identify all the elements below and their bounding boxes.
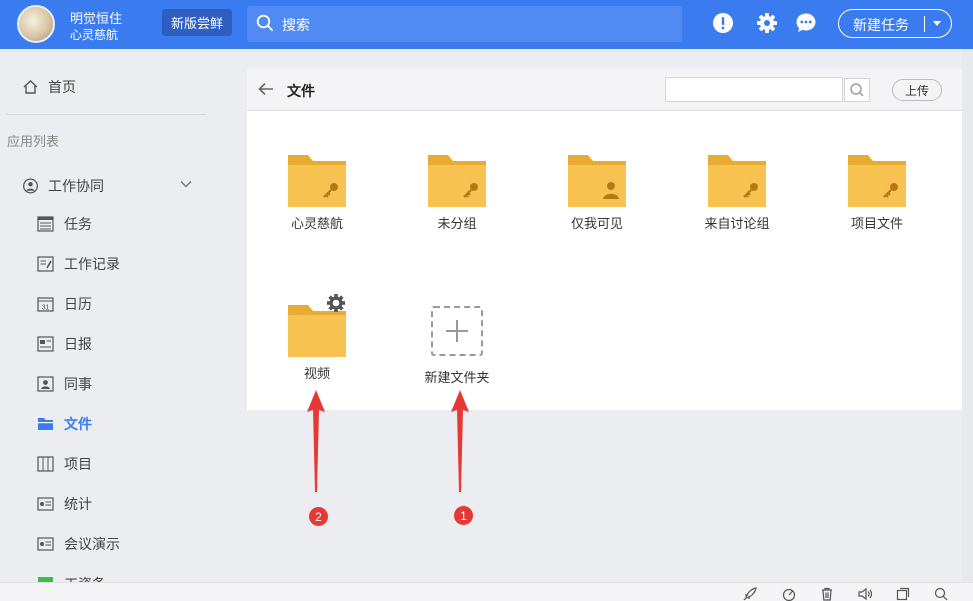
- sidebar-group-collaboration[interactable]: 工作协同: [22, 176, 104, 196]
- task-list-icon: [37, 216, 54, 232]
- daily-report-icon: [37, 336, 54, 352]
- scroll-edge: [962, 49, 973, 582]
- files-panel-header: 文件 上传: [247, 69, 962, 111]
- user-avatar[interactable]: [17, 5, 55, 43]
- sidebar-item-home[interactable]: 首页: [22, 77, 76, 97]
- folder-item-video[interactable]: 视频: [262, 293, 372, 382]
- trash-icon[interactable]: [820, 587, 834, 601]
- sidebar-item-daily-report[interactable]: 日报: [37, 334, 92, 354]
- sidebar-divider: [6, 114, 206, 115]
- user-circle-icon: [23, 178, 38, 194]
- upload-button[interactable]: 上传: [892, 79, 942, 101]
- sidebar-item-label: 工资条: [64, 574, 106, 582]
- calendar-icon: 31: [37, 297, 54, 312]
- sidebar-item-projects[interactable]: 项目: [37, 454, 92, 474]
- bottom-toolbar: [0, 582, 973, 601]
- new-folder-label[interactable]: 新建文件夹: [407, 367, 507, 386]
- folder-key-icon: [708, 155, 766, 207]
- try-new-version-button[interactable]: 新版尝鲜: [162, 9, 232, 36]
- sidebar-item-label: 日报: [64, 336, 92, 352]
- back-arrow-icon[interactable]: [257, 81, 275, 97]
- colleague-card-icon: [37, 376, 54, 392]
- sidebar-item-work-log[interactable]: 工作记录: [37, 254, 120, 274]
- sidebar-item-tasks[interactable]: 任务: [37, 214, 92, 234]
- search-icon[interactable]: [934, 587, 948, 601]
- page-title: 文件: [287, 83, 315, 99]
- annotation-arrow-1: [451, 390, 469, 492]
- speed-icon[interactable]: [782, 587, 796, 601]
- sidebar-group-label: 工作协同: [48, 178, 104, 194]
- sidebar-item-files[interactable]: 文件: [37, 414, 92, 434]
- file-search-field[interactable]: [665, 77, 843, 102]
- sidebar-item-label: 日历: [64, 296, 92, 312]
- user-org[interactable]: 心灵慈航: [70, 26, 118, 43]
- meeting-card-icon: [37, 537, 54, 551]
- new-task-dropdown-icon[interactable]: [933, 21, 941, 26]
- file-search-input[interactable]: [666, 78, 842, 101]
- folder-item[interactable]: 项目文件: [822, 151, 932, 232]
- sidebar-item-colleagues[interactable]: 同事: [37, 374, 92, 394]
- annotation-badge-2: 2: [309, 507, 328, 526]
- top-bar: 明觉恒住 心灵慈航 新版尝鲜 搜索 新建任务: [0, 0, 973, 49]
- new-task-label: 新建任务: [853, 17, 909, 33]
- folder-key-icon: [848, 155, 906, 207]
- folder-item[interactable]: 心灵慈航: [262, 151, 372, 232]
- folder-item[interactable]: 来自讨论组: [682, 151, 792, 232]
- annotation-badge-1: 1: [454, 506, 473, 525]
- folder-name: 来自讨论组: [704, 216, 770, 231]
- sidebar-item-label: 同事: [64, 376, 92, 392]
- global-search[interactable]: 搜索: [247, 6, 682, 42]
- sidebar-item-label: 统计: [64, 496, 92, 512]
- folder-person-icon: [568, 155, 626, 207]
- rocket-icon[interactable]: [743, 587, 757, 601]
- annotation-arrow-2: [307, 390, 325, 492]
- folder-name: 未分组: [437, 216, 477, 231]
- home-icon: [23, 80, 38, 94]
- folder-key-icon: [428, 155, 486, 207]
- sidebar-item-label: 会议演示: [64, 536, 120, 552]
- alert-icon[interactable]: [712, 12, 734, 34]
- sidebar-item-label: 项目: [64, 456, 92, 472]
- global-search-placeholder: 搜索: [282, 17, 310, 33]
- window-icon[interactable]: [896, 587, 910, 601]
- sidebar-item-payslip[interactable]: 工资条: [37, 574, 106, 582]
- stats-card-icon: [37, 497, 54, 511]
- volume-icon[interactable]: [858, 587, 872, 601]
- search-icon: [256, 14, 273, 31]
- sidebar-item-label: 文件: [64, 416, 92, 432]
- new-task-button[interactable]: 新建任务: [838, 9, 952, 38]
- sidebar: 首页 应用列表 工作协同 任务 工作记录 31 日历 日报 同事 文件 项目 统…: [0, 49, 222, 582]
- project-board-icon: [37, 456, 54, 472]
- svg-text:31: 31: [42, 305, 50, 312]
- files-panel: 文件 上传 心灵慈航 未分组 仅我可见 来自讨论组 项目文件 视频 新建文件夹: [247, 69, 962, 410]
- new-task-divider: [924, 16, 925, 32]
- plus-icon-vertical: [456, 320, 458, 342]
- folder-item[interactable]: 未分组: [402, 151, 512, 232]
- folder-name: 项目文件: [850, 216, 903, 231]
- sidebar-item-label: 工作记录: [64, 256, 120, 272]
- sidebar-item-stats[interactable]: 统计: [37, 494, 92, 514]
- user-name[interactable]: 明觉恒住: [70, 8, 122, 27]
- folder-gear-icon: [288, 294, 346, 357]
- new-folder-button[interactable]: [431, 306, 483, 356]
- sidebar-item-calendar[interactable]: 31 日历: [37, 294, 92, 314]
- sidebar-item-meeting[interactable]: 会议演示: [37, 534, 120, 554]
- folder-name: 视频: [303, 366, 330, 381]
- folder-name: 心灵慈航: [290, 216, 343, 231]
- sidebar-item-label: 任务: [64, 216, 92, 232]
- chevron-down-icon[interactable]: [180, 180, 192, 188]
- settings-gear-icon[interactable]: [756, 12, 778, 34]
- folder-name: 仅我可见: [570, 216, 623, 231]
- apps-section-label: 应用列表: [7, 134, 60, 149]
- folder-key-icon: [288, 155, 346, 207]
- sidebar-item-label: 首页: [48, 79, 76, 95]
- chat-icon[interactable]: [795, 12, 817, 34]
- search-icon[interactable]: [844, 78, 870, 102]
- folder-item[interactable]: 仅我可见: [542, 151, 652, 232]
- folder-icon: [38, 418, 53, 430]
- work-log-icon: [37, 256, 54, 272]
